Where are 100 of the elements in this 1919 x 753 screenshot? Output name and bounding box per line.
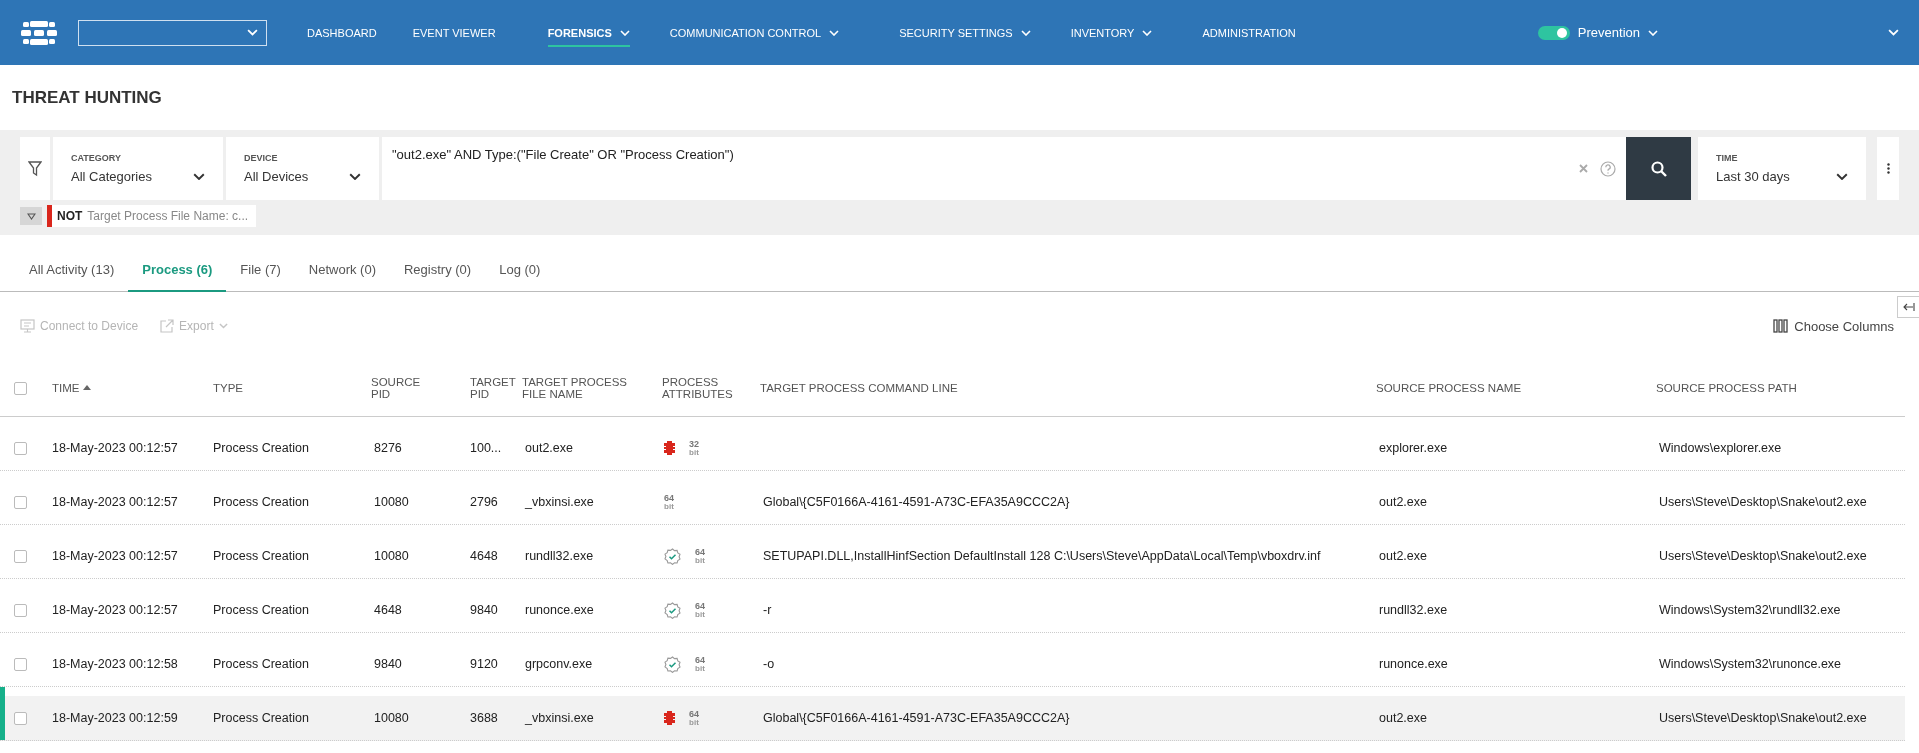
table-cell: Windows\System32\runonce.exe [1659,657,1842,671]
row-checkbox[interactable] [14,495,27,509]
nav-menu-item[interactable]: INVENTORY [1070,26,1153,47]
chevron-down-icon [193,172,205,181]
chevron-down-icon[interactable] [1888,29,1899,36]
table-cell: 9840 [470,603,498,617]
column-header[interactable]: TARGET PROCESS FILE NAME [522,376,638,400]
condition-text: Target Process File Name: c... [87,209,249,223]
nav-menu-item[interactable]: DASHBOARD [307,26,377,47]
table-cell: 9840 [374,657,402,671]
column-header[interactable]: PROCESS ATTRIBUTES [662,376,738,400]
table-cell: grpconv.exe [525,657,593,671]
table-cell: 8276 [374,441,402,455]
chevron-down-icon [619,29,630,36]
table-cell: Global\{C5F0166A-4161-4591-A73C-EFA35A9CCC2A} [763,495,1070,509]
table-row[interactable]: 18-May-2023 00:12:57 Process Creation 4648 9840 runonce.exe 64 bit -r rundll32.exe Windows\System32\rundll32.exe [0,588,1905,633]
collapse-button[interactable] [20,207,42,225]
side-panel-toggle[interactable] [1897,296,1919,318]
time-dropdown[interactable]: TIME Last 30 days [1698,137,1866,200]
tab[interactable]: Log (0) [485,250,555,292]
table-cell: Global\{C5F0166A-4161-4591-A73C-EFA35A9CCC2A} [763,711,1070,725]
bit-label: bit [695,664,705,673]
filter-button[interactable] [20,137,50,200]
bit-label: bit [695,610,705,619]
nav-menu-item[interactable]: ADMINISTRATION [1202,26,1296,47]
chevron-down-icon [349,172,361,181]
table-cell: rundll32.exe [525,549,594,563]
table-cell: out2.exe [1379,711,1427,725]
chevron-down-icon [247,29,258,36]
chevron-down-icon [1020,29,1031,36]
table-cell: 10080 [374,711,409,725]
page-title: THREAT HUNTING [12,87,162,108]
row-checkbox[interactable] [14,441,27,455]
column-header[interactable]: TARGET PROCESS COMMAND LINE [760,382,1376,394]
table-cell: 18-May-2023 00:12:58 [52,657,178,671]
triangle-down-icon [26,212,36,220]
table-cell: explorer.exe [1379,441,1448,455]
chevron-down-icon [1648,29,1658,36]
bit-label: bit [664,502,674,511]
table-cell: 9120 [470,657,498,671]
nav-menu-item[interactable]: FORENSICS [547,26,630,47]
condition-tag[interactable]: NOT Target Process File Name: c... [47,205,257,227]
operator-label: NOT [57,209,83,223]
nav-menu-item[interactable]: EVENT VIEWER [412,26,496,47]
mode-toggle[interactable] [1537,25,1570,40]
category-dropdown[interactable]: CATEGORY All Categories [53,137,223,200]
table-cell: rundll32.exe [1379,603,1448,617]
table-cell: out2.exe [1379,549,1427,563]
clear-icon[interactable] [1579,164,1588,173]
table-cell: runonce.exe [525,603,594,617]
choose-columns-button[interactable]: Choose Columns [1773,318,1894,334]
row-checkbox[interactable] [14,711,27,725]
row-checkbox[interactable] [14,549,27,563]
table-cell: 3688 [470,711,498,725]
device-dropdown[interactable]: DEVICE All Devices [226,137,379,200]
table-cell: 18-May-2023 00:12:57 [52,603,178,617]
column-header[interactable]: SOURCE PROCESS NAME [1376,382,1656,394]
bitness-label: 64 [695,601,705,611]
bitness-label: 64 [695,547,705,557]
logo-icon[interactable] [20,19,58,46]
tab[interactable]: Network (0) [294,250,390,292]
table-cell: 2796 [470,495,498,509]
tab[interactable]: File (7) [226,250,295,292]
table-cell: Process Creation [213,441,309,455]
select-all-checkbox[interactable] [14,381,27,395]
table-cell: Users\Steve\Desktop\Snake\out2.exe [1659,495,1867,509]
nav-menu-item[interactable]: SECURITY SETTINGS [899,26,1031,47]
organization-select[interactable] [78,19,267,46]
bitness-label: 64 [689,709,699,719]
nav-menu-item[interactable]: COMMUNICATION CONTROL [669,26,840,47]
tab[interactable]: Registry (0) [390,250,486,292]
table-cell: SETUPAPI.DLL,InstallHinfSection DefaultInstall 128 C:\Users\Steve\AppData\Local\Temp\vboxdrv.inf [763,549,1321,563]
table-row[interactable]: 18-May-2023 00:12:58 Process Creation 9840 9120 grpconv.exe 64 bit -o runonce.exe Windows\System32\runonce.exe [0,642,1905,687]
table-cell: Users\Steve\Desktop\Snake\out2.exe [1659,549,1867,563]
bit-label: bit [689,448,699,457]
arrow-left-bar-icon [1902,303,1915,311]
sort-arrow-icon [83,385,92,390]
search-button[interactable] [1626,137,1691,200]
column-header[interactable]: TIME [52,382,213,394]
table-cell: Process Creation [213,495,309,509]
tab[interactable]: Process (6) [128,250,227,292]
column-header[interactable]: TARGET PID [470,376,516,400]
tab[interactable]: All Activity (13) [15,250,129,292]
column-header[interactable]: SOURCE PID [371,376,427,400]
table-row[interactable]: 18-May-2023 00:12:57 Process Creation 8276 100... out2.exe 32 bit explorer.exe Windows\explorer.exe [0,426,1905,471]
help-icon[interactable] [1600,160,1616,177]
table-cell: out2.exe [525,441,573,455]
table-row[interactable]: 18-May-2023 00:12:57 Process Creation 10080 2796 _vbxinsi.exe 64 bit Global\{C5F0166A-4161-4591-A73C-EFA35A9CCC2A} out2.exe Users\Steve\Desktop\Snake\out2.exe [0,480,1905,525]
table-cell: Windows\explorer.exe [1659,441,1782,455]
row-checkbox[interactable] [14,603,27,617]
table-cell: 10080 [374,549,409,563]
column-header[interactable]: TYPE [213,382,371,394]
column-header[interactable]: SOURCE PROCESS PATH [1656,382,1905,394]
table-cell: runonce.exe [1379,657,1448,671]
bit-label: bit [695,556,705,565]
row-checkbox[interactable] [14,657,27,671]
table-cell: 4648 [470,549,498,563]
table-cell: -o [763,657,775,671]
query-field[interactable]: "out2.exe" AND Type:("File Create" OR "Process Creation") [382,137,1626,200]
table-cell: Process Creation [213,657,309,671]
